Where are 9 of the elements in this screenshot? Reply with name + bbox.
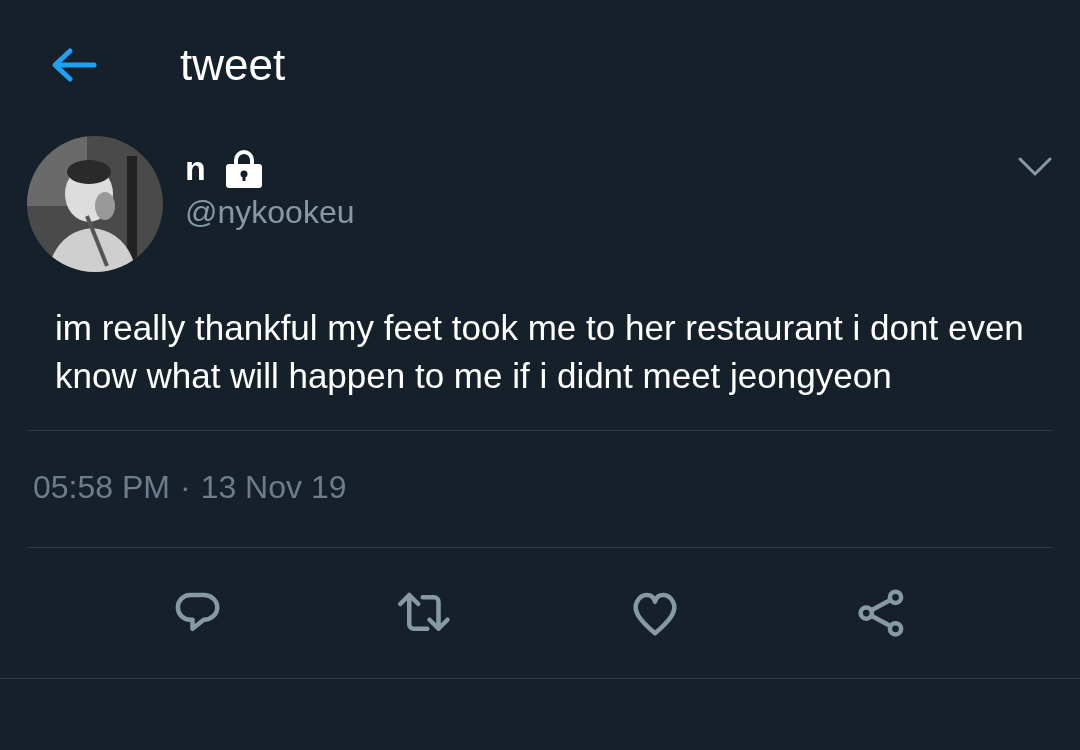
author-handle: @nykookeu bbox=[185, 194, 356, 231]
back-arrow-icon[interactable] bbox=[50, 47, 98, 83]
tweet-date: 13 Nov 19 bbox=[200, 469, 347, 507]
page-title: tweet bbox=[180, 40, 286, 90]
separator-dot: · bbox=[179, 469, 191, 507]
chevron-down-icon[interactable] bbox=[1017, 156, 1053, 178]
author-name: n bbox=[185, 148, 206, 188]
tweet-text: im really thankful my feet took me to her restaurant i dont even know what will happen to me if i didnt meet jeongyeon bbox=[55, 307, 1025, 397]
tweet-time: 05:58 PM bbox=[33, 469, 170, 507]
